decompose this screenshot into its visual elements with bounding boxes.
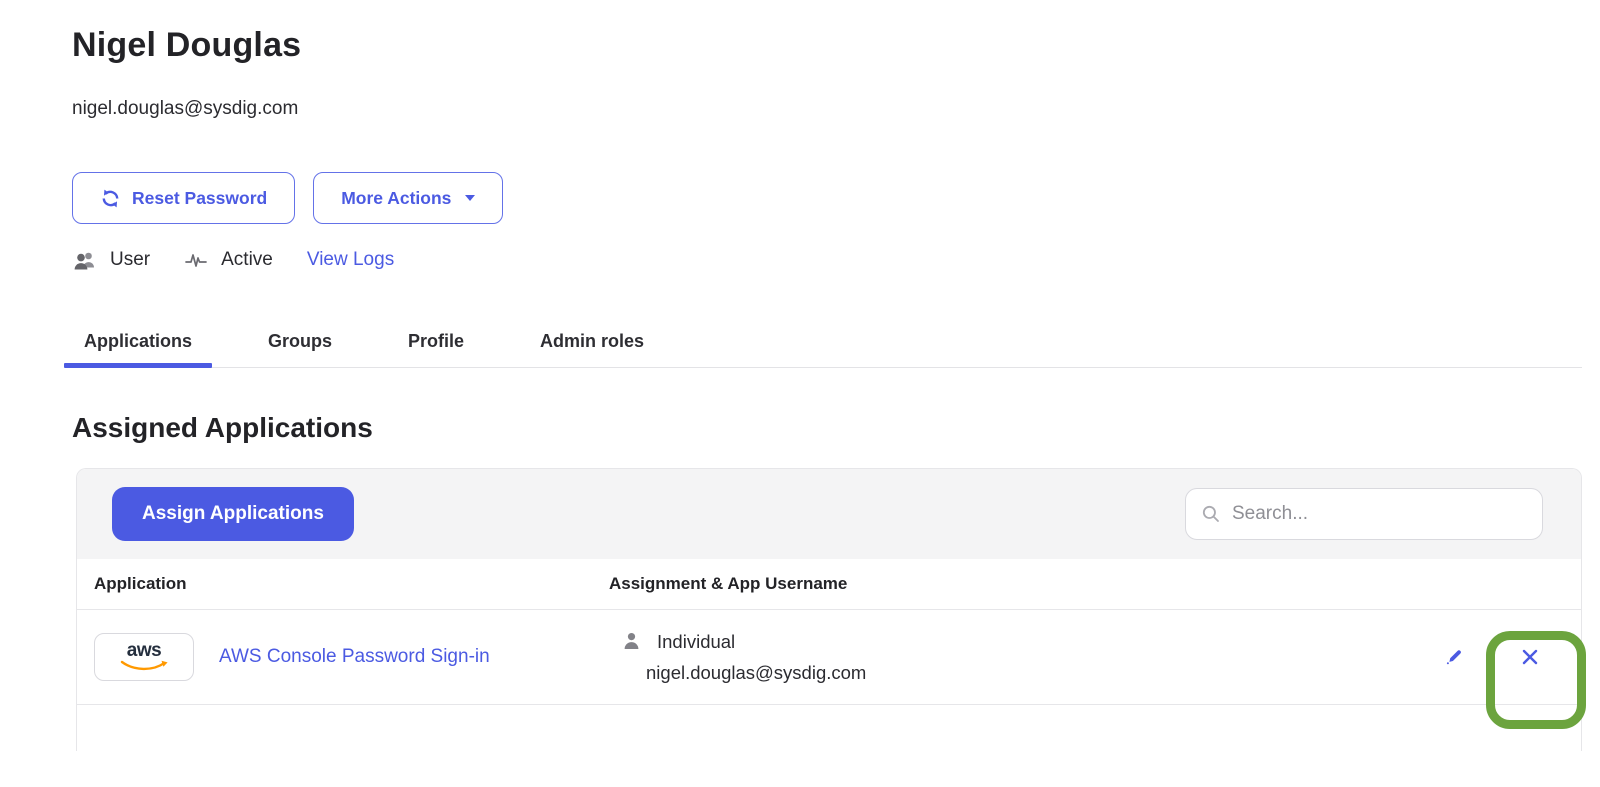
aws-logo: aws (94, 633, 194, 681)
user-type-label: User (110, 249, 150, 271)
app-username: nigel.douglas@sysdig.com (623, 662, 1441, 684)
tab-admin-roles[interactable]: Admin roles (520, 331, 664, 367)
reset-password-label: Reset Password (132, 188, 267, 209)
section-title: Assigned Applications (72, 412, 1600, 444)
assignment-type: Individual (657, 631, 735, 653)
tab-bar: Applications Groups Profile Admin roles (72, 331, 1582, 368)
view-logs-link[interactable]: View Logs (307, 249, 394, 271)
column-application: Application (94, 574, 609, 594)
tab-profile[interactable]: Profile (388, 331, 484, 367)
user-status: Active (184, 249, 273, 271)
tab-applications[interactable]: Applications (64, 331, 212, 367)
more-actions-button[interactable]: More Actions (313, 172, 503, 224)
application-link[interactable]: AWS Console Password Sign-in (219, 646, 490, 668)
column-assignment: Assignment & App Username (609, 574, 847, 594)
activity-pulse-icon (184, 250, 208, 270)
tab-groups[interactable]: Groups (248, 331, 352, 367)
pencil-icon (1442, 645, 1466, 669)
person-icon (623, 632, 640, 651)
user-detail-page: Nigel Douglas nigel.douglas@sysdig.com R… (0, 0, 1600, 751)
panel-toolbar: Assign Applications (77, 469, 1581, 559)
more-actions-label: More Actions (341, 188, 451, 209)
remove-application-button[interactable] (1517, 644, 1543, 670)
aws-smile-icon (119, 660, 169, 671)
user-status-label: Active (221, 249, 273, 271)
assignment-cell: Individual nigel.douglas@sysdig.com (609, 631, 1441, 684)
aws-logo-text: aws (127, 643, 161, 658)
status-row: User Active View Logs (72, 249, 1600, 271)
assign-applications-button[interactable]: Assign Applications (112, 487, 354, 541)
x-icon (1518, 645, 1542, 669)
reset-password-button[interactable]: Reset Password (72, 172, 295, 224)
application-cell: aws AWS Console Password Sign-in (94, 633, 609, 681)
user-icon (72, 250, 97, 271)
user-email: nigel.douglas@sysdig.com (72, 98, 1600, 120)
action-buttons-row: Reset Password More Actions (72, 172, 1600, 224)
refresh-icon (100, 188, 121, 209)
user-type: User (72, 249, 150, 271)
search-input[interactable] (1185, 488, 1543, 540)
page-title: Nigel Douglas (72, 26, 1600, 65)
table-header: Application Assignment & App Username (77, 559, 1581, 610)
edit-application-button[interactable] (1441, 644, 1467, 670)
caret-down-icon (465, 195, 475, 201)
assigned-applications-panel: Assign Applications Application Assignme… (76, 468, 1582, 751)
search-box (1185, 488, 1543, 540)
table-row: aws AWS Console Password Sign-in (77, 610, 1581, 705)
row-actions (1441, 644, 1581, 670)
